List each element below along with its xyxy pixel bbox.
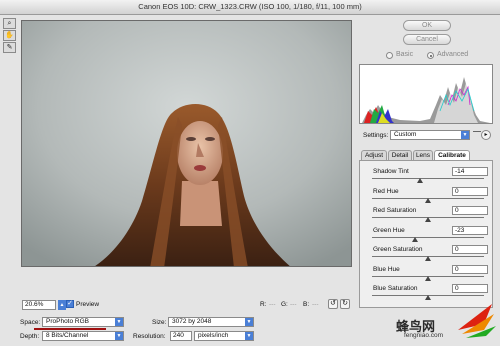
slider-value-field[interactable]: -23 bbox=[452, 225, 488, 235]
histogram bbox=[359, 64, 493, 124]
b-label: B: bbox=[303, 301, 310, 308]
histogram-graph bbox=[362, 77, 490, 123]
basic-radio[interactable] bbox=[386, 52, 393, 59]
slider-value-field[interactable]: 0 bbox=[452, 264, 488, 274]
highlight-underline bbox=[34, 328, 106, 330]
resolution-label: Resolution: bbox=[133, 333, 166, 340]
depth-select[interactable]: 8 Bits/Channel ▼ bbox=[42, 331, 124, 341]
chevron-down-icon: ▼ bbox=[245, 318, 253, 326]
ok-button[interactable]: OK bbox=[403, 20, 451, 31]
watermark-url: fengniao.com bbox=[404, 332, 444, 339]
slider-label: Green Hue bbox=[373, 226, 405, 234]
slider-track[interactable] bbox=[372, 178, 484, 179]
basic-label: Basic bbox=[396, 51, 414, 58]
slider-track[interactable] bbox=[372, 236, 484, 238]
resolution-unit-select[interactable]: pixels/inch ▼ bbox=[194, 331, 254, 341]
settings-select[interactable]: Custom ▼ bbox=[390, 130, 470, 140]
size-value: 3072 by 2048 bbox=[172, 318, 212, 325]
slider-value-field[interactable]: 0 bbox=[452, 206, 488, 215]
slider-value-field[interactable]: 0 bbox=[452, 284, 488, 293]
cancel-button[interactable]: Cancel bbox=[403, 34, 451, 45]
rotate-right-icon[interactable]: ↻ bbox=[340, 299, 350, 309]
rotate-left-icon[interactable]: ↺ bbox=[328, 299, 338, 309]
separator-line bbox=[473, 131, 481, 140]
space-label: Space: bbox=[20, 319, 41, 326]
portrait-photo bbox=[22, 21, 351, 266]
slider-label: Blue Hue bbox=[373, 265, 400, 273]
chevron-down-icon: ▼ bbox=[245, 332, 253, 340]
slider-thumb[interactable] bbox=[425, 256, 431, 261]
tab-lens[interactable]: Lens bbox=[413, 150, 433, 160]
settings-label: Settings: bbox=[363, 132, 389, 139]
advanced-radio[interactable] bbox=[427, 52, 434, 59]
preview-label: Preview bbox=[76, 301, 100, 308]
slider-label: Red Hue bbox=[373, 187, 399, 195]
chevron-down-icon: ▼ bbox=[115, 318, 123, 326]
chevron-down-icon: ▼ bbox=[461, 131, 469, 139]
size-label: Size: bbox=[152, 319, 167, 326]
advanced-label: Advanced bbox=[437, 51, 469, 58]
g-value: --- bbox=[290, 301, 297, 308]
zoom-field[interactable]: 20.6% bbox=[22, 300, 56, 310]
size-select[interactable]: 3072 by 2048 ▼ bbox=[168, 317, 254, 327]
slider-thumb[interactable] bbox=[425, 275, 431, 281]
slider-label: Green Saturation bbox=[373, 246, 423, 253]
zoom-tool-icon[interactable]: ⌕ bbox=[3, 18, 16, 29]
r-label: R: bbox=[260, 301, 267, 308]
window-title: Canon EOS 10D: CRW_1323.CRW (ISO 100, 1/… bbox=[0, 0, 500, 15]
resolution-field[interactable]: 240 bbox=[170, 331, 192, 341]
slider-thumb[interactable] bbox=[425, 217, 431, 222]
bird-logo-icon bbox=[458, 304, 496, 338]
slider-thumb[interactable] bbox=[411, 236, 418, 242]
r-value: --- bbox=[269, 301, 276, 308]
chevron-down-icon: ▼ bbox=[115, 332, 123, 340]
eyedropper-tool-icon[interactable]: ✎ bbox=[3, 42, 16, 53]
slider-label: Red Saturation bbox=[373, 207, 417, 214]
slider-label: Shadow Tint bbox=[373, 168, 409, 175]
g-label: G: bbox=[281, 301, 288, 308]
slider-value-field[interactable]: 0 bbox=[452, 245, 488, 254]
space-select[interactable]: ProPhoto RGB ▼ bbox=[42, 317, 124, 327]
zoom-stepper-icon[interactable]: ▲ bbox=[58, 300, 66, 310]
b-value: --- bbox=[312, 301, 319, 308]
slider-value-field[interactable]: 0 bbox=[452, 186, 488, 196]
hand-tool-icon[interactable]: ✋ bbox=[3, 30, 16, 41]
tab-adjust[interactable]: Adjust bbox=[361, 150, 387, 160]
tab-detail[interactable]: Detail bbox=[388, 150, 412, 160]
slider-thumb[interactable] bbox=[417, 178, 424, 183]
tab-calibrate[interactable]: Calibrate bbox=[434, 150, 470, 160]
depth-label: Depth: bbox=[20, 333, 40, 340]
space-value: ProPhoto RGB bbox=[46, 318, 89, 325]
image-preview bbox=[21, 20, 352, 267]
resolution-unit-value: pixels/inch bbox=[198, 332, 229, 339]
slider-thumb[interactable] bbox=[425, 197, 431, 203]
depth-value: 8 Bits/Channel bbox=[46, 332, 89, 339]
slider-label: Blue Saturation bbox=[373, 285, 418, 292]
slider-thumb[interactable] bbox=[425, 295, 431, 300]
preview-checkbox[interactable]: ✓ bbox=[66, 300, 74, 308]
settings-value: Custom bbox=[394, 131, 417, 138]
settings-menu-icon[interactable]: ▸ bbox=[481, 130, 491, 140]
slider-value-field[interactable]: -14 bbox=[452, 167, 488, 176]
